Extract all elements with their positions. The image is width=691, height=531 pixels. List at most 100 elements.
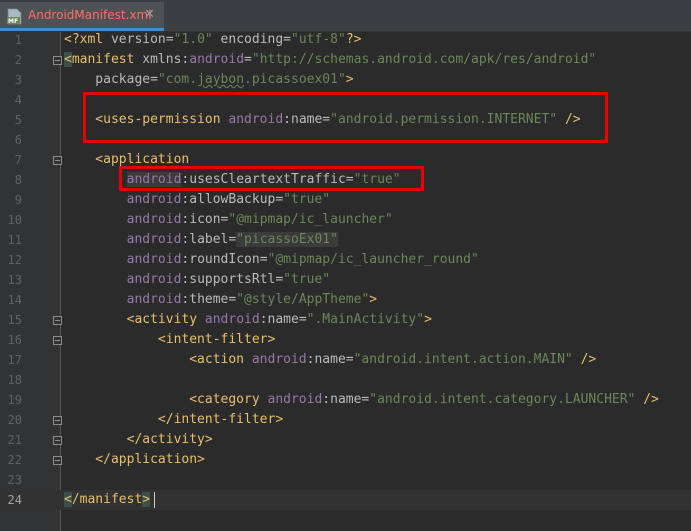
code-token: /> <box>635 392 659 407</box>
code-token: > <box>345 72 354 87</box>
fold-marker-icon[interactable] <box>53 316 62 325</box>
code-text[interactable]: <?xml version="1.0" encoding="utf-8"?> <box>64 30 361 50</box>
code-text[interactable]: android:label="picassoEx01" <box>64 230 338 250</box>
code-line[interactable]: 19 <category android:name="android.inten… <box>0 390 691 410</box>
code-text[interactable]: </activity> <box>64 430 213 450</box>
code-token: "picassoEx01" <box>236 232 338 247</box>
code-token: <intent-filter> <box>64 332 276 347</box>
code-line[interactable]: 1 <?xml version="1.0" encoding="utf-8"?> <box>0 30 691 50</box>
code-token: :theme= <box>181 292 237 307</box>
code-line[interactable]: 14 android:theme="@style/AppTheme"> <box>0 290 691 310</box>
code-token: android <box>126 192 182 207</box>
code-line[interactable]: 11 android:label="picassoEx01" <box>0 230 691 250</box>
code-token: android <box>126 252 182 267</box>
code-token: "@mipmap/ic_launcher_round" <box>267 252 479 267</box>
code-token: android <box>126 272 182 287</box>
code-text[interactable]: </application> <box>64 450 205 470</box>
code-token: > <box>369 292 378 307</box>
line-number: 9 <box>14 193 22 207</box>
line-number: 1 <box>14 33 22 47</box>
code-token: android <box>204 312 260 327</box>
code-token: android <box>267 392 323 407</box>
code-token: < <box>64 492 72 507</box>
fold-marker-icon[interactable] <box>53 56 62 65</box>
code-text[interactable]: </intent-filter> <box>64 410 283 430</box>
code-line[interactable]: 3 package="com.jaybon.picassoex01"> <box>0 70 691 90</box>
code-text[interactable]: android:theme="@style/AppTheme"> <box>64 290 377 310</box>
code-line[interactable]: 10 android:icon="@mipmap/ic_launcher" <box>0 210 691 230</box>
code-token: > <box>142 492 151 507</box>
code-line[interactable]: 21 </activity> <box>0 430 691 450</box>
code-token: "utf-8" <box>291 32 346 47</box>
line-number: 14 <box>7 293 22 307</box>
highlight-box-cleartext-traffic <box>119 166 424 191</box>
fold-marker-icon[interactable] <box>53 436 62 445</box>
fold-marker-icon[interactable] <box>53 456 62 465</box>
code-text[interactable]: android:supportsRtl="true" <box>64 270 331 290</box>
code-token: "android.intent.action.MAIN" <box>353 352 573 367</box>
code-token: :label= <box>181 232 237 247</box>
code-text[interactable]: <manifest xmlns:android="http://schemas.… <box>64 50 596 70</box>
code-token: :name= <box>306 352 354 367</box>
code-line[interactable]: 12 android:roundIcon="@mipmap/ic_launche… <box>0 250 691 270</box>
code-token: :supportsRtl= <box>181 272 284 287</box>
code-line[interactable]: 20 </intent-filter> <box>0 410 691 430</box>
code-token: package= <box>64 72 158 87</box>
line-number: 20 <box>7 413 22 427</box>
code-token: > <box>424 312 432 327</box>
tab-androidmanifest[interactable]: MF AndroidManifest.xml ✕ <box>0 2 164 31</box>
fold-marker-icon[interactable] <box>53 416 62 425</box>
code-line[interactable]: 13 android:supportsRtl="true" <box>0 270 691 290</box>
code-line[interactable]: 15 <activity android:name=".MainActivity… <box>0 310 691 330</box>
line-number: 7 <box>14 153 22 167</box>
line-number: 6 <box>14 133 22 147</box>
code-text[interactable]: <activity android:name=".MainActivity"> <box>64 310 432 330</box>
code-token: :icon= <box>181 212 229 227</box>
code-line[interactable]: 24 </manifest> <box>0 490 691 510</box>
close-icon[interactable]: ✕ <box>144 7 155 22</box>
code-line[interactable]: 17 <action android:name="android.intent.… <box>0 350 691 370</box>
code-text[interactable]: package="com.jaybon.picassoex01"> <box>64 70 354 90</box>
code-token: "@style/AppTheme" <box>236 292 370 307</box>
code-text[interactable]: <category android:name="android.intent.c… <box>64 390 659 410</box>
manifest-file-icon: MF <box>7 8 22 25</box>
code-token: android <box>251 352 307 367</box>
line-number: 4 <box>14 93 22 107</box>
code-token: :name= <box>259 312 307 327</box>
code-line[interactable]: 23 <box>0 470 691 490</box>
manifest-file-badge: MF <box>8 18 18 25</box>
code-text[interactable]: android:allowBackup="true" <box>64 190 331 210</box>
code-token: /> <box>572 352 597 367</box>
line-number: 15 <box>7 313 22 327</box>
code-token: </application> <box>64 452 205 467</box>
line-number: 22 <box>7 453 22 467</box>
code-token: encoding= <box>212 32 292 47</box>
code-line[interactable]: 2 <manifest xmlns:android="http://schemas… <box>0 50 691 70</box>
code-line[interactable]: 22 </application> <box>0 450 691 470</box>
code-token: "http://schemas.android.com/apk/res/andr… <box>251 52 597 67</box>
line-number: 10 <box>7 213 22 227</box>
code-text[interactable]: <action android:name="android.intent.act… <box>64 350 596 370</box>
fold-marker-icon[interactable] <box>53 156 62 165</box>
code-text[interactable]: </manifest> <box>64 490 151 510</box>
code-line[interactable]: 18 <box>0 370 691 390</box>
code-text[interactable]: android:icon="@mipmap/ic_launcher" <box>64 210 393 230</box>
code-token: < <box>64 52 72 67</box>
code-text[interactable]: android:roundIcon="@mipmap/ic_launcher_r… <box>64 250 479 270</box>
line-number: 12 <box>7 253 22 267</box>
code-line[interactable]: 16 <intent-filter> <box>0 330 691 350</box>
line-number: 16 <box>7 333 22 347</box>
code-token: <category <box>64 392 268 407</box>
code-line[interactable]: 9 android:allowBackup="true" <box>0 190 691 210</box>
fold-marker-icon[interactable] <box>53 336 62 345</box>
code-token: jaybon <box>197 72 245 87</box>
line-number: 23 <box>7 473 22 487</box>
code-token: "android.intent.category.LAUNCHER" <box>369 392 636 407</box>
line-number: 24 <box>7 493 22 507</box>
editor-tab-bar: MF AndroidManifest.xml ✕ <box>0 0 691 32</box>
line-number: 18 <box>7 373 22 387</box>
line-number: 17 <box>7 353 22 367</box>
code-text[interactable]: <intent-filter> <box>64 330 275 350</box>
